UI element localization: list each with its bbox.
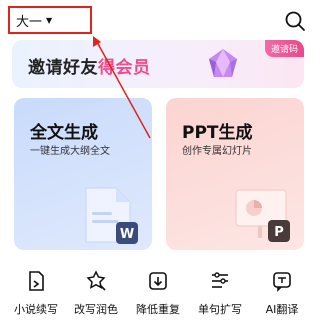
- tool-expand-sentence[interactable]: 单句扩写: [190, 268, 250, 328]
- tool-polish[interactable]: 改写润色: [66, 268, 126, 328]
- ppt-presentation-icon: P: [235, 189, 290, 242]
- tool-novel-continue[interactable]: 小说续写: [6, 268, 66, 328]
- card-title: 全文生成: [30, 123, 98, 143]
- invite-banner[interactable]: 邀请好友得会员 邀请码: [12, 40, 304, 88]
- full-text-generate-card[interactable]: 全文生成 一键生成大纲全文 W: [14, 98, 152, 250]
- tool-label: 小说续写: [14, 303, 58, 316]
- banner-title-highlight: 得会员: [98, 58, 151, 78]
- invite-code-badge[interactable]: 邀请码: [264, 40, 304, 57]
- tool-row: 小说续写 改写润色 降低重复 单句扩写 AI翻译: [0, 268, 317, 330]
- tool-label: 降低重复: [136, 303, 180, 316]
- banner-title-main: 邀请好友: [28, 58, 98, 78]
- tool-label: 单句扩写: [198, 303, 242, 316]
- tool-label: AI翻译: [265, 303, 299, 316]
- polish-icon: [86, 270, 106, 291]
- grade-select[interactable]: 大一 ▼: [8, 6, 92, 34]
- tool-reduce-duplicate[interactable]: 降低重复: [128, 268, 188, 328]
- translate-icon: [273, 272, 291, 292]
- top-bar: 大一 ▼: [0, 0, 317, 40]
- banner-title: 邀请好友得会员: [28, 53, 151, 78]
- gem-icon: [209, 49, 237, 77]
- svg-text:W: W: [120, 227, 134, 242]
- word-document-icon: W: [85, 187, 138, 244]
- tool-ai-translate[interactable]: AI翻译: [252, 268, 312, 328]
- search-icon[interactable]: [284, 10, 306, 32]
- ppt-generate-card[interactable]: PPT生成 创作专属幻灯片 P: [166, 98, 304, 250]
- reduce-duplicate-icon: [149, 272, 167, 290]
- card-subtitle: 创作专属幻灯片: [182, 146, 252, 157]
- expand-sentence-icon: [212, 272, 228, 288]
- caret-down-icon: ▼: [46, 15, 53, 25]
- svg-text:P: P: [274, 225, 284, 240]
- tool-label: 改写润色: [74, 303, 118, 316]
- grade-select-label: 大一: [16, 14, 43, 30]
- card-title: PPT生成: [182, 123, 253, 143]
- card-subtitle: 一键生成大纲全文: [30, 146, 110, 157]
- novel-continue-icon: [29, 271, 44, 291]
